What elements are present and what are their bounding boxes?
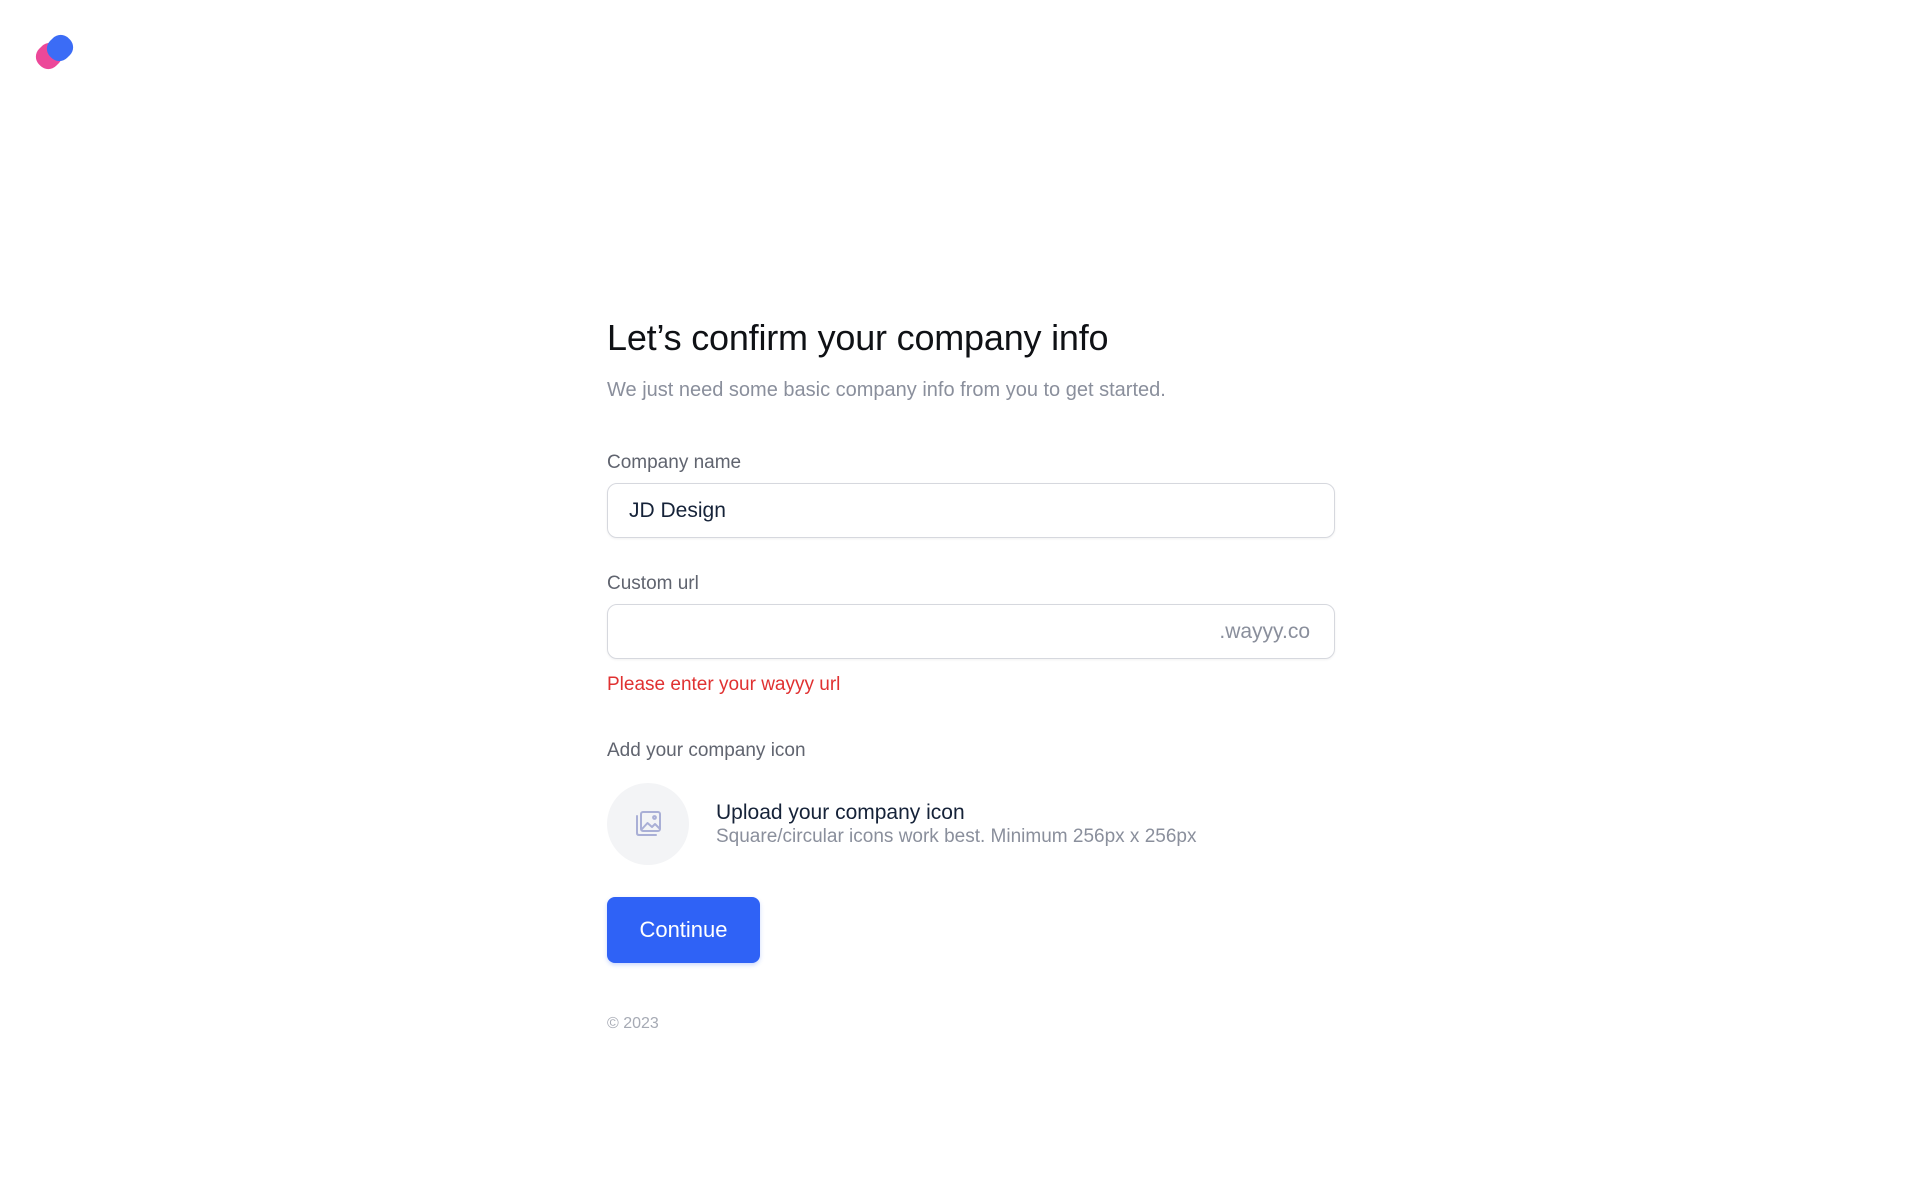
- company-icon-label: Add your company icon: [607, 740, 806, 761]
- copyright-text: © 2023: [607, 1015, 659, 1032]
- page-subtitle: We just need some basic company info fro…: [607, 379, 1166, 401]
- upload-title[interactable]: Upload your company icon: [716, 800, 1196, 826]
- company-name-value: JD Design: [629, 498, 726, 522]
- image-icon: [636, 811, 661, 836]
- page-title: Let’s confirm your company info: [607, 317, 1109, 358]
- brand-logo-icon[interactable]: [33, 33, 79, 79]
- onboarding-page: Let’s confirm your company info We just …: [0, 0, 1920, 1200]
- custom-url-label: Custom url: [607, 573, 699, 594]
- custom-url-input[interactable]: .wayyy.co: [607, 604, 1335, 659]
- custom-url-suffix: .wayyy.co: [1219, 619, 1310, 643]
- company-info-form: Let’s confirm your company info We just …: [607, 314, 1337, 1033]
- company-name-input[interactable]: JD Design: [607, 483, 1335, 538]
- company-icon-upload[interactable]: Upload your company icon Square/circular…: [607, 783, 1337, 865]
- upload-text: Upload your company icon Square/circular…: [716, 800, 1196, 848]
- custom-url-error: Please enter your wayyy url: [607, 674, 841, 695]
- continue-button[interactable]: Continue: [607, 897, 760, 963]
- upload-hint: Square/circular icons work best. Minimum…: [716, 826, 1197, 847]
- upload-icon-button[interactable]: [607, 783, 689, 865]
- company-name-label: Company name: [607, 452, 742, 473]
